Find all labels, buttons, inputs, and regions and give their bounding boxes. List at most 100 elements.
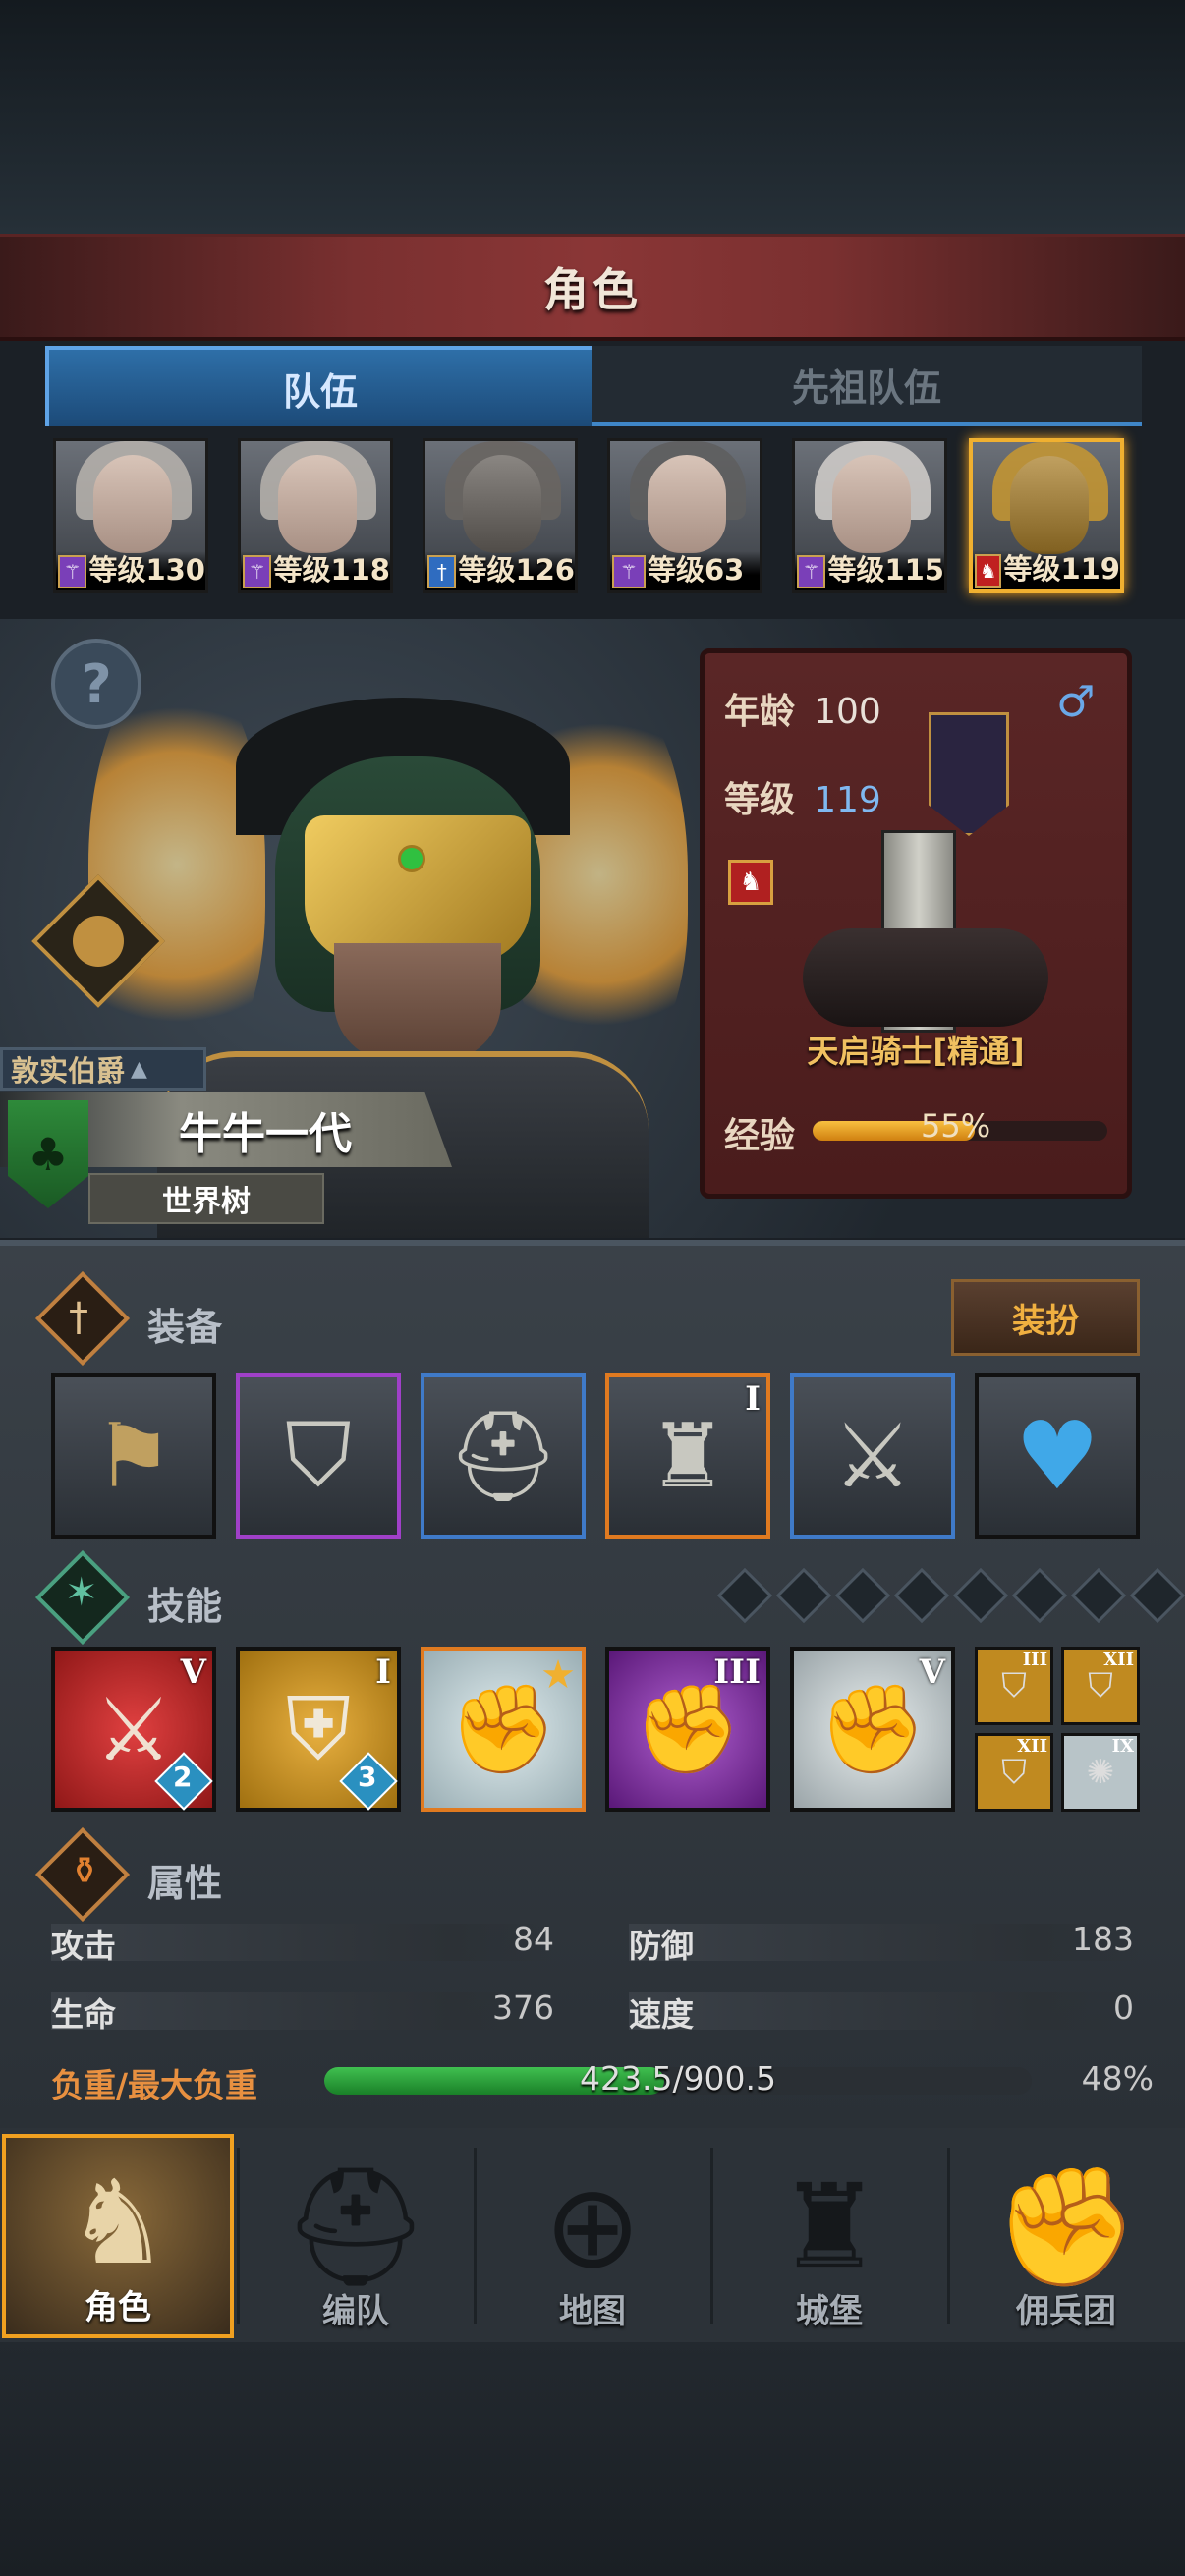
skill-badge: 2 <box>173 1761 193 1793</box>
roster-portrait-2[interactable]: ⚚ 等级118 <box>238 438 393 593</box>
hero-name: 牛牛一代 <box>179 1109 352 1159</box>
hero-title-plate: 敦实伯爵 ▲ <box>0 1047 206 1091</box>
roster-portrait-1[interactable]: ⚚ 等级130 <box>53 438 208 593</box>
title-banner: 角色 <box>0 234 1185 341</box>
tab-team[interactable]: 队伍 <box>45 346 595 426</box>
shield-icon: ⛉ <box>1001 1753 1027 1792</box>
banner-icon: ⚑ <box>93 1404 174 1508</box>
defense-value: 183 <box>1072 1920 1134 1958</box>
passive-skill-grid: ⛉ III ⛉ XII ⛉ XII ✺ IX <box>975 1647 1142 1814</box>
age-label: 年龄 <box>724 692 796 732</box>
helmet-icon: ⛑ <box>446 1404 560 1508</box>
equip-slot-amulet[interactable]: ♥ <box>975 1373 1140 1539</box>
speed-value: 0 <box>1113 1988 1134 2027</box>
hp-label: 生命 <box>51 1995 116 2034</box>
nav-mercenary[interactable]: ✊ 佣兵团 <box>950 2134 1182 2338</box>
nav-label: 角色 <box>85 2288 151 2327</box>
nav-character[interactable]: ♞ 角色 <box>2 2134 234 2338</box>
flask-icon: ⚱ <box>69 1849 100 1892</box>
speed-label: 速度 <box>629 1995 694 2034</box>
nav-formation[interactable]: ⛑ 编队 <box>240 2134 472 2338</box>
rank-icon: ▲ <box>131 1056 147 1082</box>
outfit-button[interactable]: 装扮 <box>951 1279 1140 1356</box>
staff-icon: ⚚ <box>612 555 646 588</box>
skill-1[interactable]: ⚔ V 2 <box>51 1647 216 1812</box>
armor-icon: ♜ <box>648 1404 728 1508</box>
passive-skill-2[interactable]: ⛉ XII <box>1061 1647 1140 1725</box>
load-percent: 48% <box>1081 2059 1154 2098</box>
shield-heal-icon: ⛨ <box>285 1677 351 1779</box>
attributes-section-label: 属性 <box>147 1862 223 1905</box>
staff-icon: ⚚ <box>243 555 272 588</box>
unit-name: 天启骑士[精通] <box>807 1033 1025 1070</box>
equip-slot-banner[interactable]: ⚑ <box>51 1373 216 1539</box>
defense-label: 防御 <box>629 1927 694 1965</box>
age-value: 100 <box>814 692 881 732</box>
staff-icon: ⚚ <box>797 555 826 588</box>
hero-info-panel: 年龄 100 等级 119 ♂ ♞ 天启骑士[精通] 经验 55% <box>700 648 1132 1199</box>
nav-map[interactable]: ⊕ 地图 <box>477 2134 708 2338</box>
cavalry-icon: ♞ <box>975 554 1002 588</box>
equip-slot-shield[interactable]: ⛉ <box>236 1373 401 1539</box>
dagger-icon: † <box>69 1295 88 1340</box>
skill-tier: V <box>180 1652 206 1692</box>
exp-label: 经验 <box>724 1116 796 1156</box>
passive-skill-1[interactable]: ⛉ III <box>975 1647 1053 1725</box>
passive-skill-4[interactable]: ✺ IX <box>1061 1733 1140 1812</box>
hero-title: 敦实伯爵 <box>11 1054 126 1088</box>
roster-level: 等级118 <box>273 553 390 587</box>
level-value: 119 <box>814 780 881 820</box>
nav-castle[interactable]: ♜ 城堡 <box>713 2134 945 2338</box>
outfit-button-label: 装扮 <box>1012 1301 1079 1341</box>
equipment-section-label: 装备 <box>147 1306 223 1349</box>
armor-tier: I <box>745 1379 761 1419</box>
skill-2[interactable]: ⛨ I 3 <box>236 1647 401 1812</box>
mercenary-icon: ✊ <box>993 2158 1139 2294</box>
male-icon: ♂ <box>1056 677 1096 727</box>
shield-icon: ⛉ <box>1088 1666 1113 1706</box>
top-backdrop <box>0 0 1185 234</box>
skills-section-label: 技能 <box>147 1585 223 1628</box>
helmet-icon: ⛑ <box>282 2158 429 2294</box>
shield-icon: ⛉ <box>285 1404 352 1507</box>
amulet-icon: ♥ <box>1014 1401 1100 1511</box>
star-icon: ✶ <box>65 1570 98 1615</box>
sword-icon: ⚔ <box>94 1678 173 1780</box>
roster-level: 等级63 <box>648 553 745 587</box>
faction-plate: 世界树 <box>88 1173 324 1224</box>
roster-portrait-5[interactable]: ⚚ 等级115 <box>792 438 947 593</box>
equip-slot-helmet[interactable]: ⛑ <box>421 1373 586 1539</box>
roster-portrait-3[interactable]: † 等级126 <box>423 438 578 593</box>
passive-skill-3[interactable]: ⛉ XII <box>975 1733 1053 1812</box>
help-button[interactable]: ? <box>51 639 141 729</box>
skill-tier: V <box>919 1652 945 1692</box>
roster-portrait-4[interactable]: ⚚ 等级63 <box>607 438 762 593</box>
staff-icon: ⚚ <box>58 555 87 588</box>
skill-tier: I <box>375 1652 391 1692</box>
skill-slots-indicator <box>716 1567 1185 1624</box>
equip-slot-boots[interactable]: ⚔ <box>790 1373 955 1539</box>
boots-icon: ⚔ <box>832 1404 913 1508</box>
crystal-fist-icon: ✊ <box>818 1678 927 1779</box>
roster-level: 等级126 <box>458 553 575 587</box>
load-value: 423.5/900.5 <box>579 2059 777 2098</box>
skill-4[interactable]: ✊ III <box>605 1647 770 1812</box>
skill-5[interactable]: ✊ V <box>790 1647 955 1812</box>
nav-label: 佣兵团 <box>1016 2292 1116 2331</box>
unit-banner-icon <box>929 712 1009 836</box>
roster-portrait-6[interactable]: ♞ 等级119 <box>969 438 1124 593</box>
roster-level: 等级130 <box>88 553 205 587</box>
gem-icon <box>398 845 425 872</box>
load-label: 负重/最大负重 <box>51 2066 258 2104</box>
equip-slot-armor[interactable]: ♜ I <box>605 1373 770 1539</box>
skill-badge: 3 <box>358 1761 377 1793</box>
knight-icon: ♞ <box>66 2155 170 2290</box>
attack-label: 攻击 <box>51 1927 116 1965</box>
tab-ancestor-team[interactable]: 先祖队伍 <box>592 346 1142 426</box>
roster-level: 等级115 <box>827 553 944 587</box>
skill-3[interactable]: ✊ ★ <box>421 1647 586 1812</box>
nav-label: 城堡 <box>796 2292 863 2331</box>
exp-percent: 55% <box>921 1107 991 1145</box>
compass-icon: ⊕ <box>543 2158 642 2294</box>
bottom-backdrop <box>0 2342 1185 2576</box>
